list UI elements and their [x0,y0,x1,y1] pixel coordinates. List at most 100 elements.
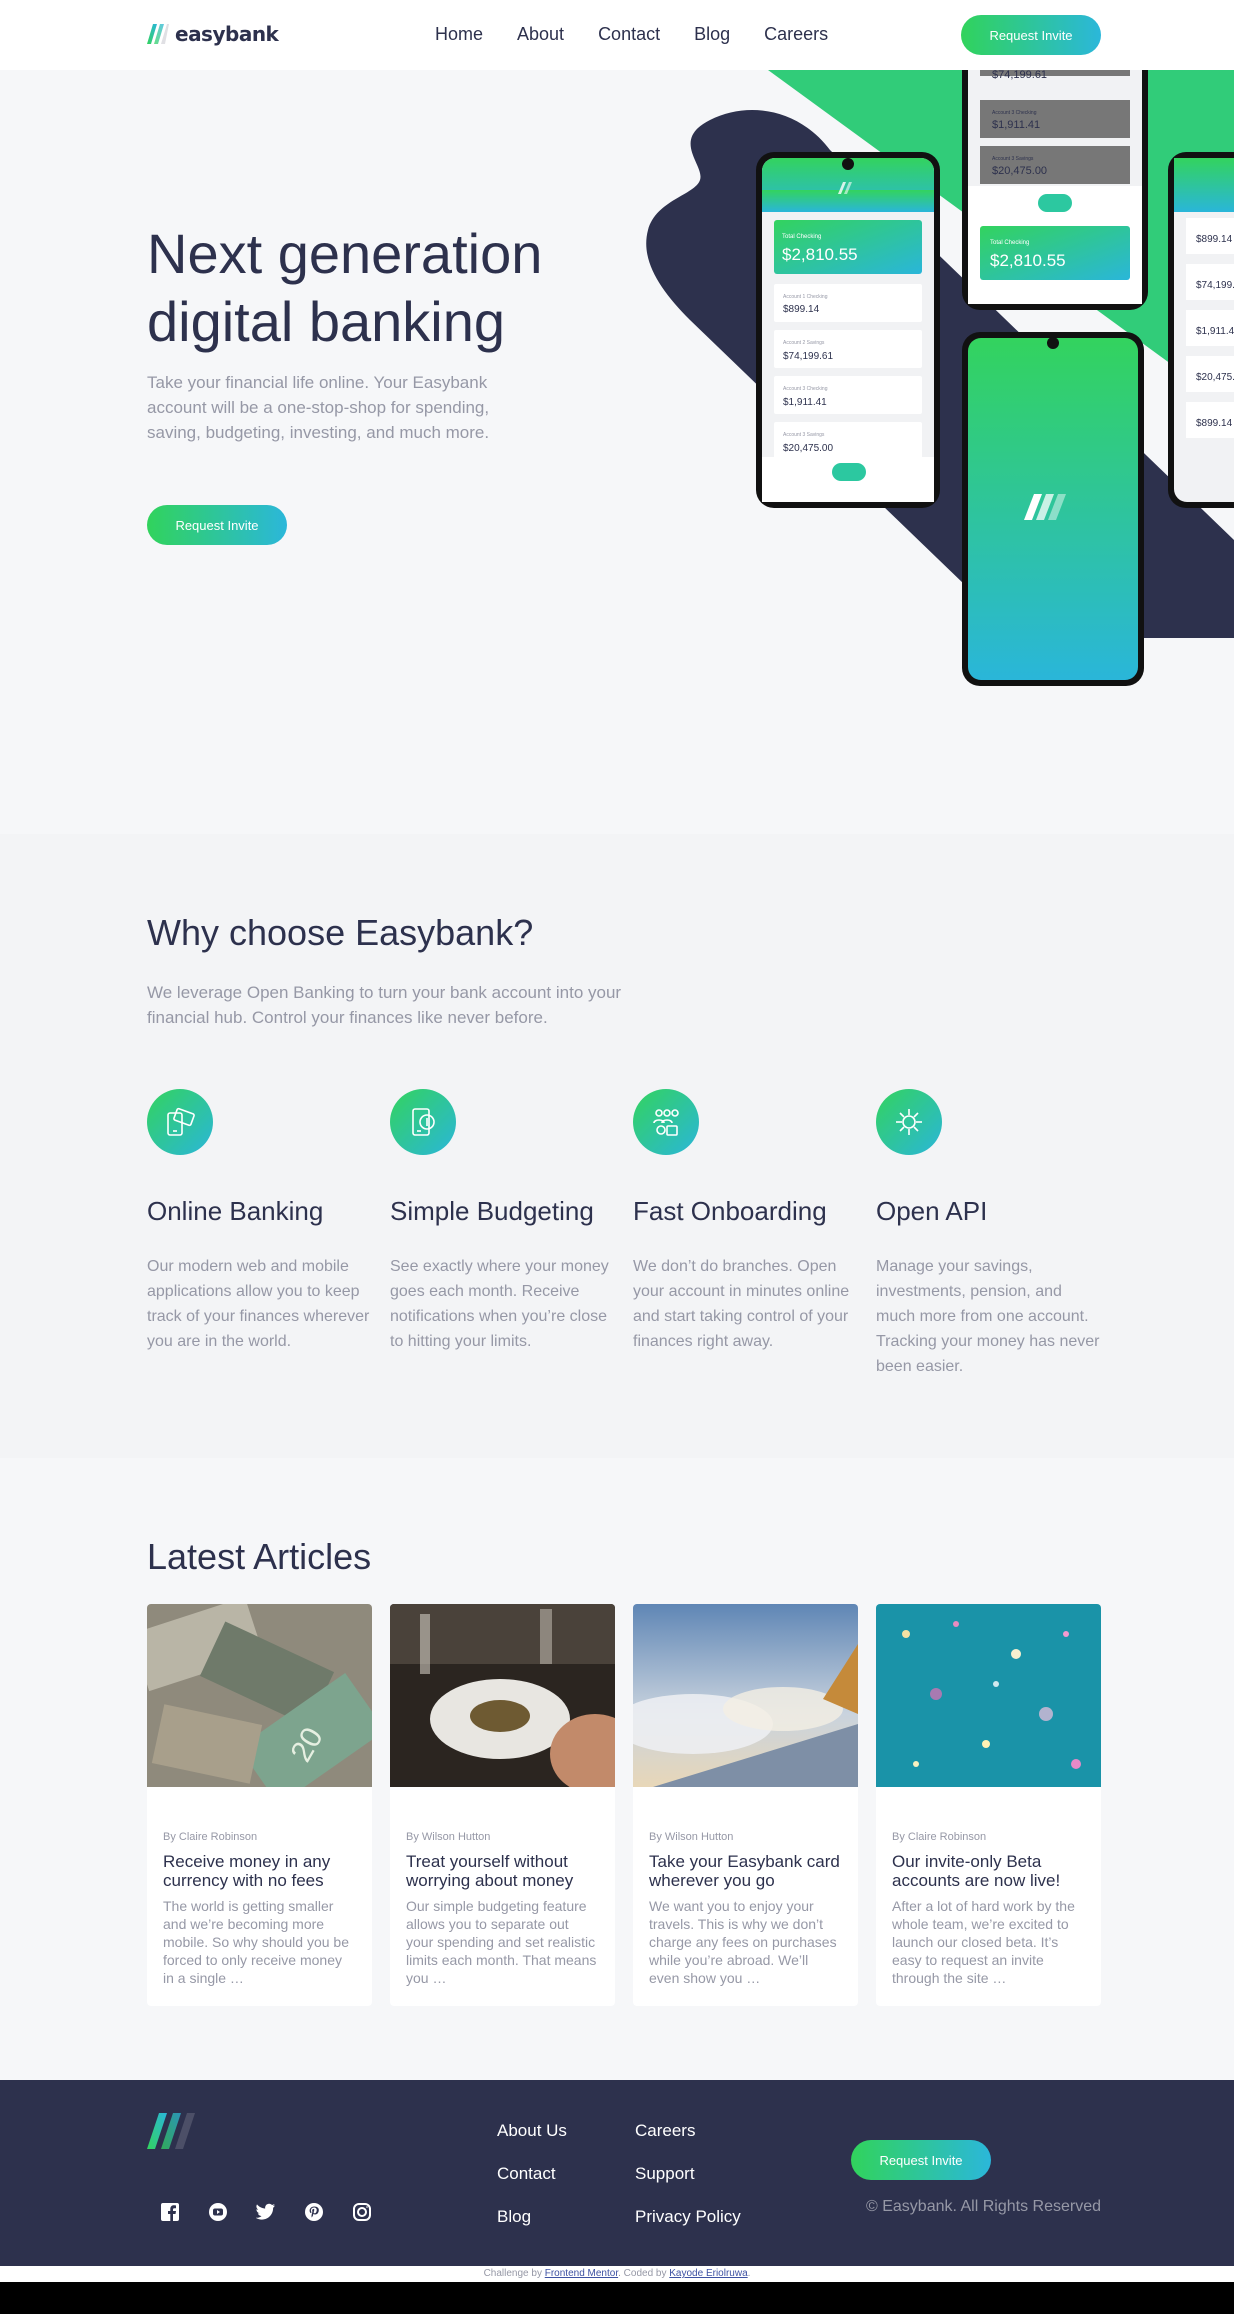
feature-open-api: Open API Manage your savings, investment… [876,1089,1101,1379]
mock-top-label-2: Account 3 Checking [992,110,1037,116]
mock-total-label-2: Total Checking [990,240,1029,246]
mock-account-label-1: Account 1 Checking [783,294,828,300]
footer-links-col1: About Us Contact Blog [497,2120,567,2227]
phone-mockup-splash [962,332,1144,686]
mock-total-amount-2: $2,810.55 [990,251,1066,270]
articles-title: Latest Articles [147,1536,372,1577]
article-image-confetti [876,1604,1101,1787]
instagram-icon[interactable] [352,2202,372,2222]
phone-mockup-top: $74,199.61 Account 3 Checking $1,911.41 … [962,70,1148,310]
hero-section: Next generation digital banking Take you… [0,70,1234,834]
hero-request-invite-button[interactable]: Request Invite [147,505,287,545]
attribution-author-link[interactable]: Kayode Eriolruwa [669,2268,747,2279]
article-author: By Claire Robinson [163,1831,258,1843]
budgeting-icon [390,1089,456,1155]
footer-logo-mark-icon [147,2113,195,2149]
footer-link-contact[interactable]: Contact [497,2163,567,2184]
mock-top-amount-3: $20,475.00 [992,165,1047,177]
site-header: easybank Home About Contact Blog Careers… [0,0,1234,70]
mock-account-amount-3: $1,911.41 [783,397,827,408]
article-author: By Wilson Hutton [406,1831,491,1843]
hero-phone-mockups-illustration: Total Checking $2,810.55 Account 1 Check… [646,70,1234,686]
onboarding-icon [633,1089,699,1155]
logo-mark-icon [147,24,169,44]
mock-account-amount-2: $74,199.61 [783,351,833,362]
main-nav: Home About Contact Blog Careers [435,24,862,45]
article-card[interactable]: By Wilson Hutton Take your Easybank card… [633,1604,858,2006]
feature-text-open-api: Manage your savings, investments, pensio… [876,1258,1100,1375]
feature-title-fast-onboarding: Fast Onboarding [633,1196,827,1226]
article-excerpt: The world is getting smaller and we’re b… [163,1898,349,1986]
why-title: Why choose Easybank? [147,912,534,953]
mock-account-amount-4: $20,475.00 [783,443,833,454]
article-excerpt: Our simple budgeting feature allows you … [406,1898,597,1986]
site-footer: About Us Contact Blog Careers Support Pr… [0,2080,1234,2266]
footer-link-support[interactable]: Support [635,2163,741,2184]
nav-blog[interactable]: Blog [694,24,730,45]
footer-link-blog[interactable]: Blog [497,2206,567,2227]
nav-about[interactable]: About [517,24,564,45]
article-image-currency: 20 [147,1604,372,1805]
mock-right-amount-5: $899.14 [1196,418,1233,429]
nav-home[interactable]: Home [435,24,483,45]
mock-account-label-3: Account 3 Checking [783,386,828,392]
article-card[interactable]: 20 By Claire Robinson Receive money in a… [147,1604,372,2006]
twitter-icon[interactable] [256,2202,276,2222]
article-card[interactable]: By Wilson Hutton Treat yourself without … [390,1604,615,2006]
hero-text: Take your financial life online. Your Ea… [147,373,490,442]
feature-title-simple-budgeting: Simple Budgeting [390,1196,594,1226]
article-image-restaurant [390,1604,615,1794]
feature-title-online-banking: Online Banking [147,1196,324,1226]
mock-account-label-2: Account 2 Savings [783,340,825,346]
mock-top-amount-2: $1,911.41 [992,119,1040,131]
attribution-challenge-link[interactable]: Frontend Mentor [545,2268,618,2279]
brand-logo[interactable]: easybank [147,22,279,46]
phone-mockup-main: Total Checking $2,810.55 Account 1 Check… [756,152,940,508]
hero-title: Next generation digital banking [147,222,543,353]
pinterest-icon[interactable] [304,2202,324,2222]
footer-request-invite-button[interactable]: Request Invite [851,2140,991,2180]
footer-links-col2: Careers Support Privacy Policy [635,2120,741,2227]
mock-right-amount-4: $20,475.00 [1196,372,1234,383]
mock-total-label-1: Total Checking [782,234,821,240]
footer-logo[interactable] [147,2113,201,2153]
feature-simple-budgeting: Simple Budgeting See exactly where your … [390,1089,615,1354]
article-excerpt: We want you to enjoy your travels. This … [649,1898,837,1986]
footer-link-privacy[interactable]: Privacy Policy [635,2206,741,2227]
footer-link-careers[interactable]: Careers [635,2120,741,2141]
facebook-icon[interactable] [160,2202,180,2222]
mock-top-amount-1: $74,199.61 [992,70,1047,81]
copyright-text: © Easybank. All Rights Reserved [865,2198,1101,2215]
article-author: By Wilson Hutton [649,1831,734,1843]
nav-careers[interactable]: Careers [764,24,828,45]
footer-link-about[interactable]: About Us [497,2120,567,2141]
mock-right-amount-3: $1,911.41 [1196,326,1234,337]
mock-account-amount-1: $899.14 [783,304,820,315]
article-author: By Claire Robinson [892,1831,987,1843]
attribution-bar: Challenge by Frontend Mentor. Coded by K… [0,2266,1234,2282]
feature-title-open-api: Open API [876,1196,988,1226]
feature-text-fast-onboarding: We don’t do branches. Open your account … [633,1258,850,1350]
page-bottom-area [0,2282,1234,2314]
nav-contact[interactable]: Contact [598,24,660,45]
feature-text-simple-budgeting: See exactly where your money goes each m… [390,1258,609,1350]
article-title[interactable]: Take your Easybank card wherever you go [649,1852,842,1890]
latest-articles-section: Latest Articles 20 By Claire Robinson Re… [0,1458,1234,2080]
article-title[interactable]: Our invite-only Beta accounts are now li… [892,1852,1085,1890]
api-icon [876,1089,942,1155]
article-excerpt: After a lot of hard work by the whole te… [892,1898,1075,1986]
feature-online-banking: Online Banking Our modern web and mobile… [147,1089,372,1354]
article-title[interactable]: Treat yourself without worrying about mo… [406,1852,599,1890]
attribution-suffix: . [747,2268,751,2279]
phone-mockup-right: $899.14 $74,199.61 $1,911.41 $20,475.00 … [1168,152,1234,508]
header-request-invite-button[interactable]: Request Invite [961,15,1101,55]
social-links [160,2202,372,2222]
article-card[interactable]: By Claire Robinson Our invite-only Beta … [876,1604,1101,2006]
article-image-airplane [633,1604,858,1787]
youtube-icon[interactable] [208,2202,228,2222]
article-title[interactable]: Receive money in any currency with no fe… [163,1852,356,1890]
mock-right-amount-2: $74,199.61 [1196,280,1234,291]
why-choose-section: Why choose Easybank? We leverage Open Ba… [0,834,1234,1458]
mock-right-amount-1: $899.14 [1196,234,1233,245]
attribution-middle: . Coded by [618,2268,667,2279]
